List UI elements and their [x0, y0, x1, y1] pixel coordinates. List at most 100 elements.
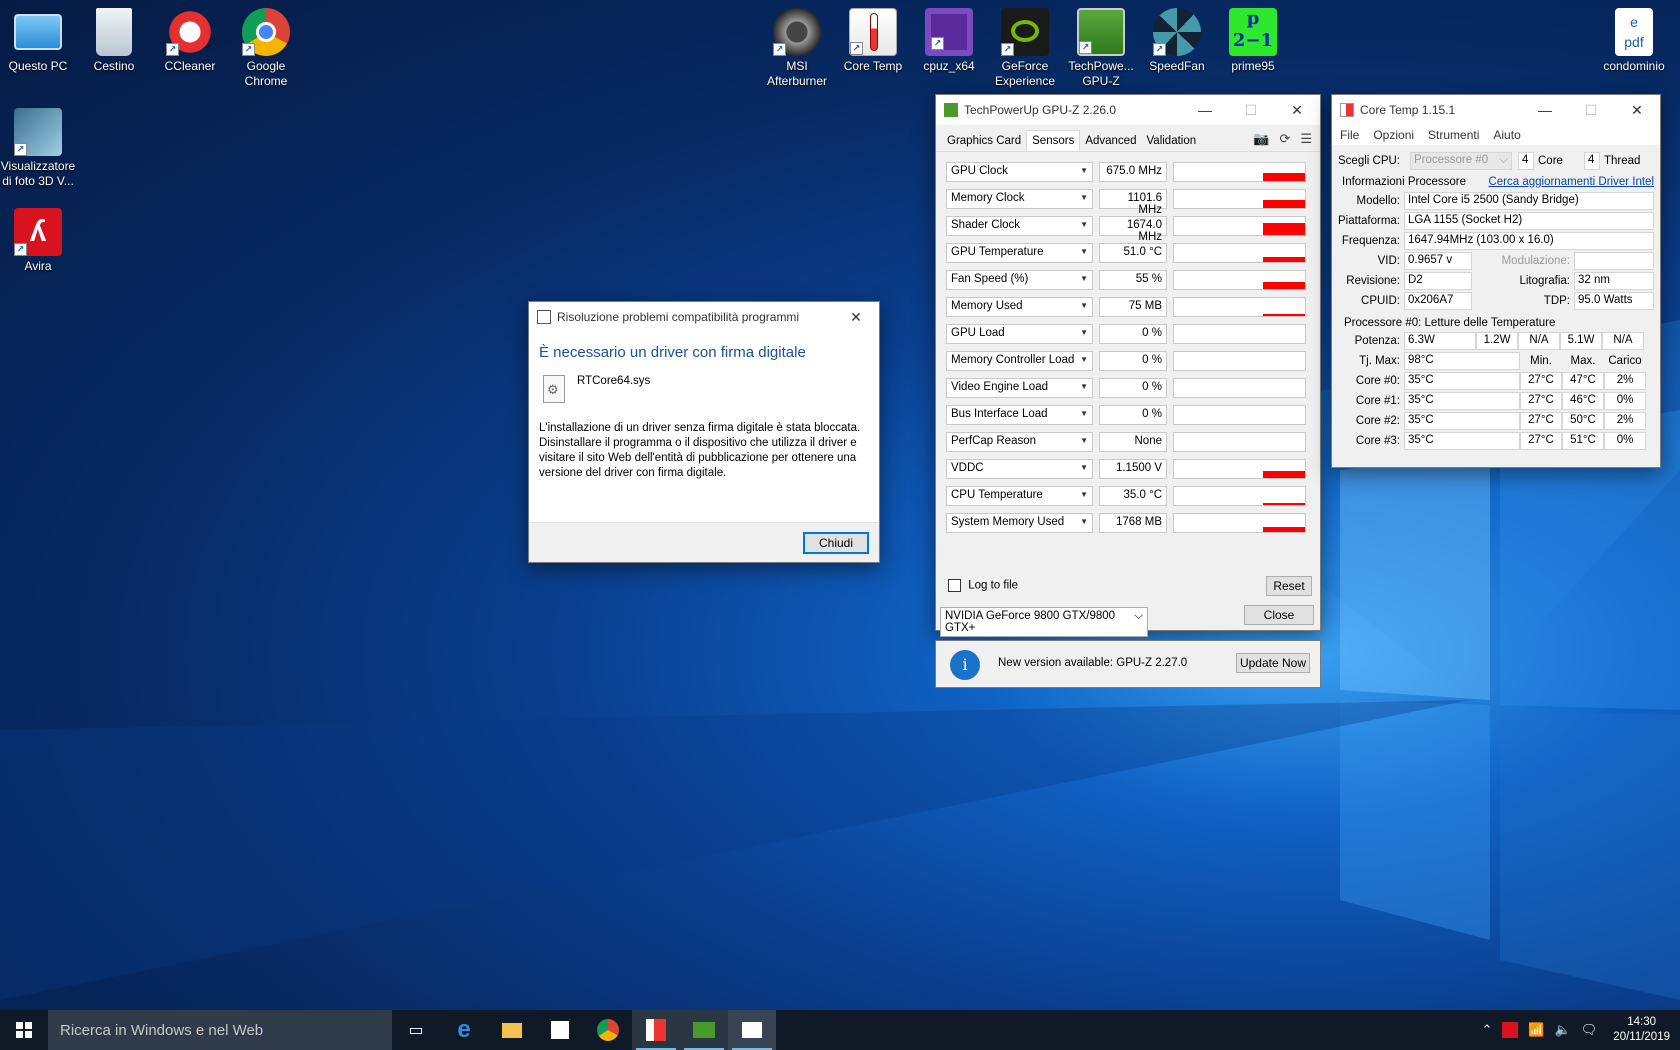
notification-icon[interactable]: 🗨 — [1581, 1022, 1598, 1038]
msi-afterburner-icon: ↗ — [773, 8, 821, 56]
maximize-icon: ☐ — [1584, 102, 1598, 118]
sensor-name[interactable]: PerfCap Reason ▼ — [946, 431, 1093, 452]
sensor-name[interactable]: Video Engine Load ▼ — [946, 377, 1093, 398]
update-now-button[interactable]: Update Now — [1236, 653, 1310, 673]
tab-advanced[interactable]: Advanced — [1080, 131, 1141, 151]
sensor-name[interactable]: GPU Temperature ▼ — [946, 242, 1093, 263]
desktop-icon-msi-afterburner[interactable]: ↗ MSI Afterburner — [759, 8, 835, 89]
gpu-select-value: NVIDIA GeForce 9800 GTX/9800 GTX+ — [945, 610, 1116, 634]
sensor-row: Bus Interface Load ▼ 0 % — [946, 401, 1310, 428]
close-icon[interactable]: ✕ — [1614, 95, 1660, 125]
menu-aiuto[interactable]: Aiuto — [1493, 128, 1520, 142]
tab-validation[interactable]: Validation — [1141, 131, 1201, 151]
gpuz-taskbar-icon[interactable] — [680, 1010, 728, 1050]
desktop-icon-cestino[interactable]: Cestino — [76, 8, 152, 74]
sensor-name[interactable]: Memory Clock ▼ — [946, 188, 1093, 209]
sensor-name[interactable]: GPU Clock ▼ — [946, 161, 1093, 182]
cpu-select[interactable]: Processore #0 ⌵ — [1410, 152, 1512, 170]
compatibility-taskbar-icon[interactable] — [728, 1010, 776, 1050]
tab-sensors[interactable]: Sensors — [1026, 130, 1081, 151]
edge-icon[interactable]: e — [440, 1010, 488, 1050]
core-max: 51°C — [1562, 432, 1604, 450]
sensor-name[interactable]: VDDC ▼ — [946, 458, 1093, 479]
sensor-graph — [1173, 215, 1306, 236]
sensor-name-label: Memory Clock — [951, 191, 1025, 204]
close-icon[interactable]: ✕ — [1274, 95, 1320, 125]
info-header-row: Informazioni Processore Cerca aggiorname… — [1338, 173, 1654, 191]
desktop-icon-prime95[interactable]: p 2−1 prime95 — [1215, 8, 1291, 74]
info-icon: i — [950, 650, 980, 680]
sensor-row: CPU Temperature ▼ 35.0 °C — [946, 482, 1310, 509]
menu-icon[interactable]: ☰ — [1300, 131, 1312, 147]
close-button[interactable]: Close — [1244, 605, 1314, 625]
sensor-graph — [1173, 242, 1306, 263]
potenza-cores: 1.2W — [1476, 332, 1518, 350]
desktop-icon-label: TechPowe... GPU-Z — [1068, 59, 1134, 88]
thread-count: 4 — [1584, 152, 1600, 170]
piattaforma-value: LGA 1155 (Socket H2) — [1404, 212, 1654, 230]
chevron-down-icon: ▼ — [1080, 246, 1088, 256]
menu-strumenti[interactable]: Strumenti — [1428, 128, 1479, 142]
start-button[interactable] — [0, 1010, 48, 1050]
core-row: Core #2: 35°C 27°C 50°C 2% — [1338, 411, 1654, 431]
coretemp-window: Core Temp 1.15.1 — ☐ ✕ File Opzioni Stru… — [1331, 94, 1661, 468]
sensor-name[interactable]: Memory Controller Load ▼ — [946, 350, 1093, 371]
coretemp-menubar: File Opzioni Strumenti Aiuto — [1332, 125, 1660, 145]
sensor-name[interactable]: Shader Clock ▼ — [946, 215, 1093, 236]
close-icon[interactable]: ✕ — [833, 302, 879, 332]
sensor-name[interactable]: Bus Interface Load ▼ — [946, 404, 1093, 425]
sensor-list: GPU Clock ▼ 675.0 MHz Memory Clock ▼ 1101.6 M… — [936, 152, 1320, 536]
desktop-icon-condominio[interactable]: e pdf condominio — [1596, 8, 1672, 74]
sensor-name[interactable]: Fan Speed (%) ▼ — [946, 269, 1093, 290]
desktop-icon-gpuz[interactable]: ↗ TechPowe... GPU-Z — [1063, 8, 1139, 89]
file-explorer-icon[interactable] — [488, 1010, 536, 1050]
refresh-icon[interactable]: ⟳ — [1279, 131, 1290, 147]
menu-opzioni[interactable]: Opzioni — [1373, 128, 1414, 142]
sensor-name[interactable]: System Memory Used ▼ — [946, 512, 1093, 533]
chrome-taskbar-icon[interactable] — [584, 1010, 632, 1050]
potenza-gpu: 5.1W — [1560, 332, 1602, 350]
sensor-graph — [1173, 296, 1306, 317]
sensor-name-label: System Memory Used — [951, 515, 1065, 528]
log-to-file-checkbox[interactable] — [948, 579, 961, 592]
chevron-down-icon: ▼ — [1080, 462, 1088, 472]
sensor-name[interactable]: GPU Load ▼ — [946, 323, 1093, 344]
cpu-select-row: Scegli CPU: Processore #0 ⌵ 4 Core 4 Thre… — [1338, 149, 1654, 173]
system-file-icon — [543, 375, 565, 403]
core-load: 0% — [1604, 392, 1646, 410]
sensor-row: Memory Used ▼ 75 MB — [946, 293, 1310, 320]
coretemp-taskbar-icon[interactable] — [632, 1010, 680, 1050]
task-view-icon[interactable]: ▭ — [392, 1010, 440, 1050]
desktop-icon-questo-pc[interactable]: Questo PC — [0, 8, 76, 74]
volume-icon[interactable]: 🔈 — [1555, 1022, 1571, 1038]
minimize-icon[interactable]: — — [1522, 95, 1568, 125]
menu-file[interactable]: File — [1340, 128, 1359, 142]
tab-graphics-card[interactable]: Graphics Card — [942, 131, 1026, 151]
chiudi-button[interactable]: Chiudi — [803, 531, 869, 554]
sensor-value: 55 % — [1099, 269, 1167, 290]
camera-icon[interactable]: 📷 — [1253, 131, 1269, 147]
chevron-up-icon[interactable]: ⌃ — [1482, 1022, 1493, 1038]
avira-tray-icon[interactable] — [1502, 1022, 1519, 1038]
network-icon[interactable]: 📶 — [1528, 1022, 1544, 1038]
thread-label: Thread — [1604, 155, 1641, 167]
clock[interactable]: 14:30 20/11/2019 — [1607, 1015, 1670, 1045]
search-box[interactable]: Ricerca in Windows e nel Web — [48, 1010, 392, 1050]
desktop-icon-speedfan[interactable]: ↗ SpeedFan — [1139, 8, 1215, 74]
core-label: Core #0: — [1355, 375, 1400, 387]
desktop-icon-core-temp[interactable]: ↗ Core Temp — [835, 8, 911, 74]
driver-link[interactable]: Cerca aggiornamenti Driver Intel — [1488, 176, 1654, 188]
desktop-icon-3d-viewer[interactable]: ↗ Visualizzatore di foto 3D V... — [0, 108, 76, 189]
desktop-icon-avira[interactable]: ʎ ↗ Avira — [0, 208, 76, 274]
reset-button[interactable]: Reset — [1266, 576, 1312, 596]
desktop-icon-ccleaner[interactable]: ↗ CCleaner — [152, 8, 228, 74]
modulazione-label: Modulazione: — [1501, 255, 1570, 267]
desktop-icon-geforce-experience[interactable]: ↗ GeForce Experience — [987, 8, 1063, 89]
minimize-icon[interactable]: — — [1182, 95, 1228, 125]
store-icon[interactable] — [536, 1010, 584, 1050]
sensor-name[interactable]: Memory Used ▼ — [946, 296, 1093, 317]
sensor-name[interactable]: CPU Temperature ▼ — [946, 485, 1093, 506]
gpu-select[interactable]: NVIDIA GeForce 9800 GTX/9800 GTX+ ⌵ — [940, 607, 1148, 637]
desktop-icon-chrome[interactable]: ↗ Google Chrome — [228, 8, 304, 89]
desktop-icon-cpuz[interactable]: ↗ cpuz_x64 — [911, 8, 987, 74]
